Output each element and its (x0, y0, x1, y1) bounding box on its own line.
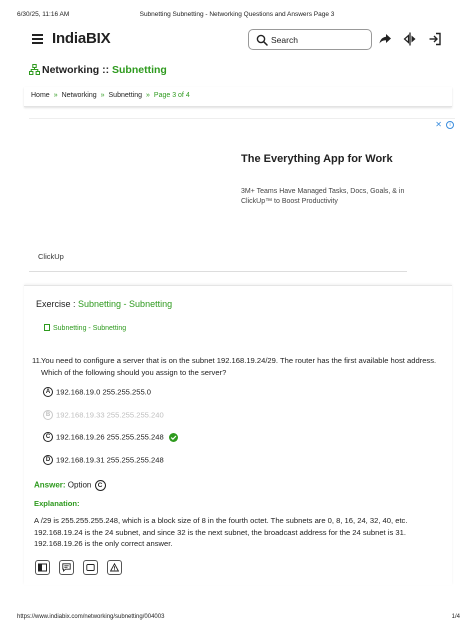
option-text: 192.168.19.0 255.255.255.0 (56, 387, 152, 397)
ad-close-icon[interactable]: ✕ (435, 121, 442, 129)
advertisement[interactable]: ✕ i The Everything App for Work 3M+ Team… (29, 118, 455, 275)
page-title-topic: Subnetting (112, 64, 167, 76)
option-c[interactable]: C 192.168.19.26 255.255.255.248 (43, 432, 178, 444)
answer-letter: C (94, 480, 106, 491)
option-text: 192.168.19.33 255.255.255.240 (56, 410, 164, 420)
share-icon[interactable] (377, 31, 393, 47)
answer-label: Answer: (34, 480, 66, 490)
print-url: https://www.indiabix.com/networking/subn… (17, 614, 165, 620)
discuss-button[interactable] (59, 560, 74, 575)
print-page-number: 1/4 (451, 614, 460, 620)
option-d[interactable]: D 192.168.19.31 255.255.255.248 (43, 455, 164, 467)
search-box[interactable] (248, 29, 372, 50)
option-letter: B (43, 410, 53, 420)
option-text: 192.168.19.26 255.255.255.248 (56, 432, 164, 442)
exercise-heading: Exercise : Subnetting - Subnetting (36, 299, 172, 309)
option-letter: D (43, 455, 53, 465)
print-header: 6/30/25, 11:16 AM Subnetting Subnetting … (0, 11, 474, 21)
breadcrumb-networking[interactable]: Networking (62, 92, 97, 99)
ad-brand[interactable]: ClickUp (38, 252, 64, 261)
answer-prefix: Option (65, 480, 94, 490)
top-bar: IndiaBIX (25, 27, 451, 53)
option-a[interactable]: A 192.168.19.0 255.255.255.0 (43, 387, 151, 399)
discuss-icon (62, 563, 71, 572)
workspace-button[interactable] (35, 560, 50, 575)
breadcrumb-current-page: Page 3 of 4 (153, 92, 190, 99)
topic-link-label: Subnetting - Subnetting (53, 325, 127, 332)
topic-link[interactable]: Subnetting - Subnetting (44, 324, 126, 332)
exercise-topic: Subnetting - Subnetting (78, 299, 173, 309)
warning-button[interactable] (107, 560, 122, 575)
explanation-text: A /29 is 255.255.255.248, which is a blo… (34, 516, 408, 548)
option-b[interactable]: B 192.168.19.33 255.255.255.240 (43, 410, 164, 422)
question-text: You need to configure a server that is o… (41, 356, 437, 377)
ad-headline[interactable]: The Everything App for Work (241, 153, 393, 165)
print-title: Subnetting Subnetting - Networking Quest… (139, 11, 335, 18)
workspace-icon (38, 563, 47, 572)
breadcrumb-separator-icon: » (146, 92, 150, 99)
question-card: Exercise : Subnetting - Subnetting Subne… (24, 285, 452, 585)
ad-body: 3M+ Teams Have Managed Tasks, Docs, Goal… (241, 188, 405, 205)
page-title-category: Networking (42, 64, 100, 76)
page-title-separator: :: (99, 64, 112, 76)
explanation-label: Explanation: (34, 499, 80, 508)
exercise-label: Exercise : (36, 299, 79, 309)
site-logo[interactable]: IndiaBIX (52, 30, 111, 47)
check-icon (168, 432, 178, 442)
breadcrumb-separator-icon: » (53, 92, 58, 99)
option-letter: A (43, 387, 53, 397)
breadcrumb-subnetting[interactable]: Subnetting (109, 92, 142, 99)
answer: Answer: Option C (34, 480, 106, 491)
compare-icon[interactable] (402, 31, 418, 47)
report-icon (86, 564, 95, 571)
menu-icon[interactable] (32, 34, 43, 44)
document-icon (44, 324, 50, 331)
option-letter: C (43, 432, 53, 442)
search-input[interactable] (271, 33, 361, 47)
report-button[interactable] (83, 560, 98, 575)
ad-divider (29, 271, 407, 272)
question: 11. You need to configure a server that … (32, 355, 440, 378)
print-footer: https://www.indiabix.com/networking/subn… (0, 614, 474, 624)
breadcrumb-home[interactable]: Home (31, 92, 50, 99)
search-icon (256, 34, 268, 46)
network-icon (29, 64, 40, 75)
breadcrumb: Home» Networking» Subnetting» Page 3 of 4 (24, 87, 452, 107)
login-icon[interactable] (427, 31, 443, 47)
warning-icon (110, 563, 119, 572)
option-text: 192.168.19.31 255.255.255.248 (56, 455, 164, 465)
page-title: Networking :: Subnetting (29, 64, 167, 78)
breadcrumb-separator-icon: » (100, 92, 105, 99)
question-number: 11. (32, 356, 42, 365)
adchoices-icon[interactable]: i (446, 121, 454, 129)
